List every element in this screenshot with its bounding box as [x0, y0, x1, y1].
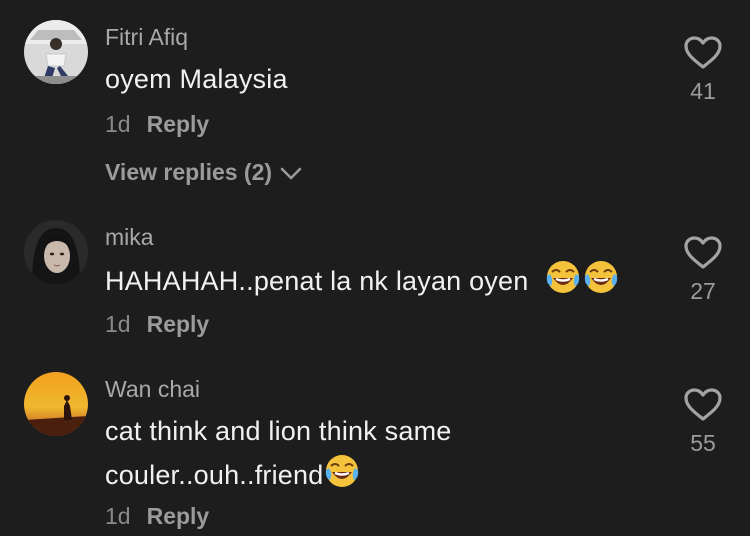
like-count: 55: [690, 430, 716, 456]
comment-text-line: cat think and lion think same: [105, 416, 452, 446]
comment-item: Fitri Afiq oyem Malaysia 1d Reply View re…: [0, 0, 750, 200]
like-button[interactable]: 55: [676, 388, 730, 457]
like-button[interactable]: 41: [676, 36, 730, 105]
username[interactable]: Fitri Afiq: [105, 24, 188, 51]
avatar[interactable]: [24, 372, 88, 436]
comment-text: HAHAHAH..penat la nk layan oyen: [105, 266, 529, 297]
comment-item: mika HAHAHAH..penat la nk layan oyen 1d R…: [0, 200, 750, 360]
reply-button[interactable]: Reply: [147, 503, 210, 529]
username[interactable]: Wan chai: [105, 376, 200, 403]
like-button[interactable]: 27: [676, 236, 730, 305]
comment-meta: 1d Reply: [105, 503, 209, 530]
comment-meta: 1d Reply: [105, 311, 209, 338]
heart-icon: [684, 388, 722, 421]
comment-text: oyem Malaysia: [105, 64, 288, 94]
comment-item: Wan chai cat think and lion think same c…: [0, 352, 750, 536]
comment-text-row: HAHAHAH..penat la nk layan oyen: [105, 258, 620, 308]
comments-list: Fitri Afiq oyem Malaysia 1d Reply View re…: [0, 0, 750, 536]
avatar[interactable]: [24, 20, 88, 84]
comment-time: 1d: [105, 503, 131, 529]
heart-icon: [684, 36, 722, 69]
view-replies-button[interactable]: View replies (2): [105, 159, 302, 186]
like-count: 27: [690, 278, 716, 304]
comment-time: 1d: [105, 311, 131, 337]
view-replies-label: View replies (2): [105, 159, 273, 185]
username[interactable]: mika: [105, 224, 154, 251]
face-with-tears-of-joy-icon: [323, 452, 361, 502]
reply-button[interactable]: Reply: [147, 111, 210, 137]
heart-icon: [684, 236, 722, 269]
comment-meta: 1d Reply: [105, 111, 209, 138]
avatar[interactable]: [24, 220, 88, 284]
reply-button[interactable]: Reply: [147, 311, 210, 337]
face-with-tears-of-joy-icon: [544, 258, 582, 308]
comment-time: 1d: [105, 111, 131, 137]
comment-text-row: couler..ouh..friend: [105, 452, 361, 502]
comment-text-line: couler..ouh..friend: [105, 460, 324, 491]
like-count: 41: [690, 78, 716, 104]
chevron-down-icon: [280, 167, 302, 180]
face-with-tears-of-joy-icon: [582, 258, 620, 308]
